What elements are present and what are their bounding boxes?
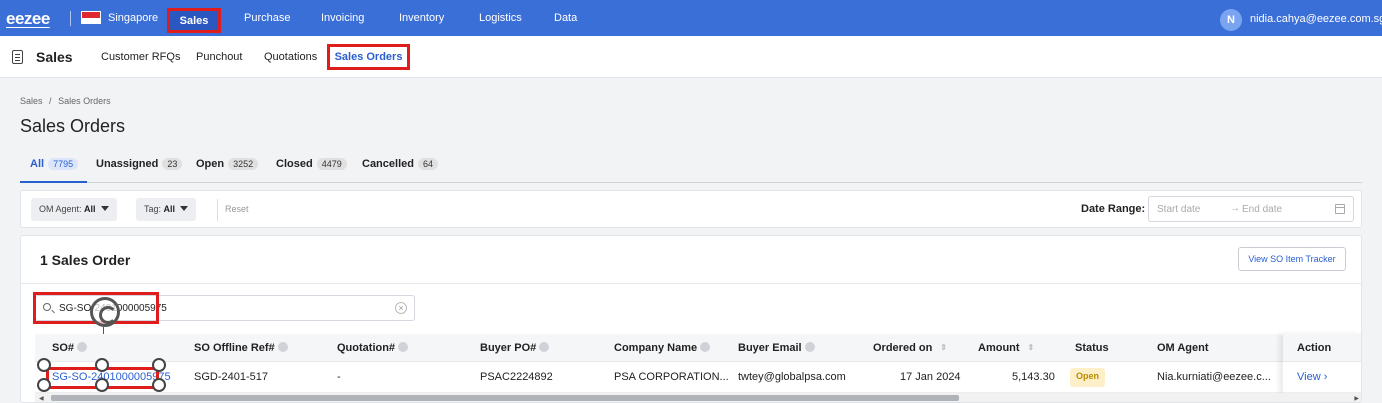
active-tab-indicator — [20, 181, 87, 183]
singapore-flag-icon — [81, 11, 101, 24]
subnav-sales-orders[interactable]: Sales Orders — [327, 44, 410, 70]
tab-cancelled[interactable]: Cancelled 64 — [362, 158, 438, 170]
cell-buyer-po: PSAC2224892 — [480, 371, 553, 383]
country-selector[interactable]: Singapore — [108, 12, 158, 24]
cell-quotation: - — [337, 371, 341, 383]
end-date-input[interactable]: End date — [1242, 204, 1282, 215]
sort-icon[interactable]: ⇕ — [1028, 343, 1035, 352]
scroll-right-icon[interactable]: ▶ — [1354, 395, 1359, 402]
breadcrumb: Sales / Sales Orders — [20, 96, 111, 106]
action-column-shadow — [1283, 334, 1361, 394]
date-range-label: Date Range: — [1081, 203, 1146, 215]
filter-search-icon[interactable] — [398, 342, 409, 352]
clear-icon[interactable]: × — [395, 302, 407, 314]
header-buyer-po[interactable]: Buyer PO# — [480, 342, 550, 354]
start-date-input[interactable]: Start date — [1157, 204, 1200, 215]
table-header: SO# SO Offline Ref# Quotation# Buyer PO#… — [35, 334, 1361, 362]
table-row: SG-SO-2401000005975 SGD-2401-517 - PSAC2… — [35, 363, 1361, 393]
tab-count: 64 — [417, 158, 438, 170]
nav-item-sales[interactable]: Sales — [167, 8, 221, 33]
cell-om-agent: Nia.kurniati@eezee.c... — [1157, 371, 1271, 383]
nav-item-data[interactable]: Data — [554, 12, 577, 24]
nav-item-invoicing[interactable]: Invoicing — [321, 12, 364, 24]
subnav-punchout[interactable]: Punchout — [196, 51, 242, 63]
filter-search-icon[interactable] — [77, 342, 88, 352]
clipboard-icon — [12, 50, 23, 64]
status-badge: Open — [1070, 368, 1106, 387]
horizontal-scrollbar[interactable]: ◀ ▶ — [35, 393, 1361, 402]
om-agent-filter[interactable]: OM Agent: All — [31, 198, 117, 221]
header-buyer-email[interactable]: Buyer Email — [738, 342, 815, 354]
filter-search-icon[interactable] — [700, 342, 711, 352]
filter-divider — [217, 199, 218, 221]
breadcrumb-separator: / — [49, 96, 52, 106]
card-divider — [21, 283, 1361, 284]
tab-open[interactable]: Open 3252 — [196, 158, 259, 170]
top-nav-bar: eezee Singapore Sales Purchase Invoicing… — [0, 0, 1382, 36]
subnav-customer-rfqs[interactable]: Customer RFQs — [101, 51, 180, 63]
resize-handle-icon[interactable] — [95, 378, 109, 392]
date-range-picker[interactable]: Start date → End date — [1148, 196, 1354, 222]
nav-item-purchase[interactable]: Purchase — [244, 12, 290, 24]
tab-all[interactable]: All 7795 — [30, 158, 79, 170]
tag-filter[interactable]: Tag: All — [136, 198, 197, 221]
caret-down-icon — [180, 206, 189, 211]
reset-button[interactable]: Reset — [225, 204, 249, 214]
sub-nav-bar: Sales Customer RFQs Punchout Quotations … — [0, 36, 1382, 78]
cell-company-name: PSA CORPORATION... — [614, 371, 729, 383]
tab-count: 3252 — [228, 158, 259, 170]
tab-count: 4479 — [316, 158, 347, 170]
scrollbar-thumb[interactable] — [51, 395, 959, 401]
section-title: Sales — [36, 49, 73, 65]
user-avatar[interactable]: N — [1220, 9, 1242, 31]
user-email[interactable]: nidia.cahya@eezee.com.sg — [1250, 13, 1382, 25]
calendar-icon[interactable] — [1335, 204, 1345, 214]
cell-buyer-email: twtey@globalpsa.com — [738, 371, 846, 383]
resize-handle-icon[interactable] — [152, 358, 166, 372]
filter-search-icon[interactable] — [804, 342, 815, 352]
resize-handle-icon[interactable] — [37, 378, 51, 392]
header-so[interactable]: SO# — [52, 342, 88, 354]
header-ordered-on[interactable]: Ordered on ⇕ — [873, 342, 947, 354]
cell-offline-ref: SGD-2401-517 — [194, 371, 268, 383]
resize-handle-icon[interactable] — [152, 378, 166, 392]
breadcrumb-sales[interactable]: Sales — [20, 96, 43, 106]
filter-search-icon[interactable] — [277, 342, 288, 352]
eezee-logo[interactable]: eezee — [6, 9, 50, 29]
resize-handle-icon[interactable] — [37, 358, 51, 372]
status-tabs: All 7795 Unassigned 23 Open 3252 Closed 4479… — [20, 153, 1362, 183]
sort-icon[interactable]: ⇕ — [940, 343, 947, 352]
caret-down-icon — [100, 206, 109, 211]
cell-ordered-on: 17 Jan 2024 — [900, 371, 961, 383]
header-so-offline-ref[interactable]: SO Offline Ref# — [194, 342, 288, 354]
nav-item-logistics[interactable]: Logistics — [479, 12, 522, 24]
scroll-left-icon[interactable]: ◀ — [39, 395, 44, 402]
header-status: Status — [1075, 342, 1109, 354]
nav-divider — [70, 11, 71, 26]
results-card: 1 Sales Order View SO Item Tracker SG-SO… — [20, 235, 1362, 403]
page-title: Sales Orders — [20, 116, 126, 136]
breadcrumb-current: Sales Orders — [58, 96, 111, 106]
subnav-quotations[interactable]: Quotations — [264, 51, 317, 63]
cell-amount: 5,143.30 — [1012, 371, 1055, 383]
results-count-title: 1 Sales Order — [40, 252, 131, 268]
nav-item-inventory[interactable]: Inventory — [399, 12, 444, 24]
tab-count: 7795 — [48, 158, 79, 170]
header-om-agent: OM Agent — [1157, 342, 1209, 354]
header-amount[interactable]: Amount ⇕ — [978, 342, 1034, 354]
tab-count: 23 — [162, 158, 183, 170]
filter-bar: OM Agent: All Tag: All Reset Date Range:… — [20, 190, 1362, 228]
rotate-cursor-icon — [90, 297, 120, 327]
tab-unassigned[interactable]: Unassigned 23 — [96, 158, 183, 170]
header-quotation[interactable]: Quotation# — [337, 342, 409, 354]
view-so-item-tracker-button[interactable]: View SO Item Tracker — [1238, 247, 1346, 271]
resize-handle-icon[interactable] — [95, 358, 109, 372]
date-separator: → — [1230, 203, 1240, 214]
header-company-name[interactable]: Company Name — [614, 342, 711, 354]
tab-closed[interactable]: Closed 4479 — [276, 158, 347, 170]
filter-search-icon[interactable] — [539, 342, 550, 352]
